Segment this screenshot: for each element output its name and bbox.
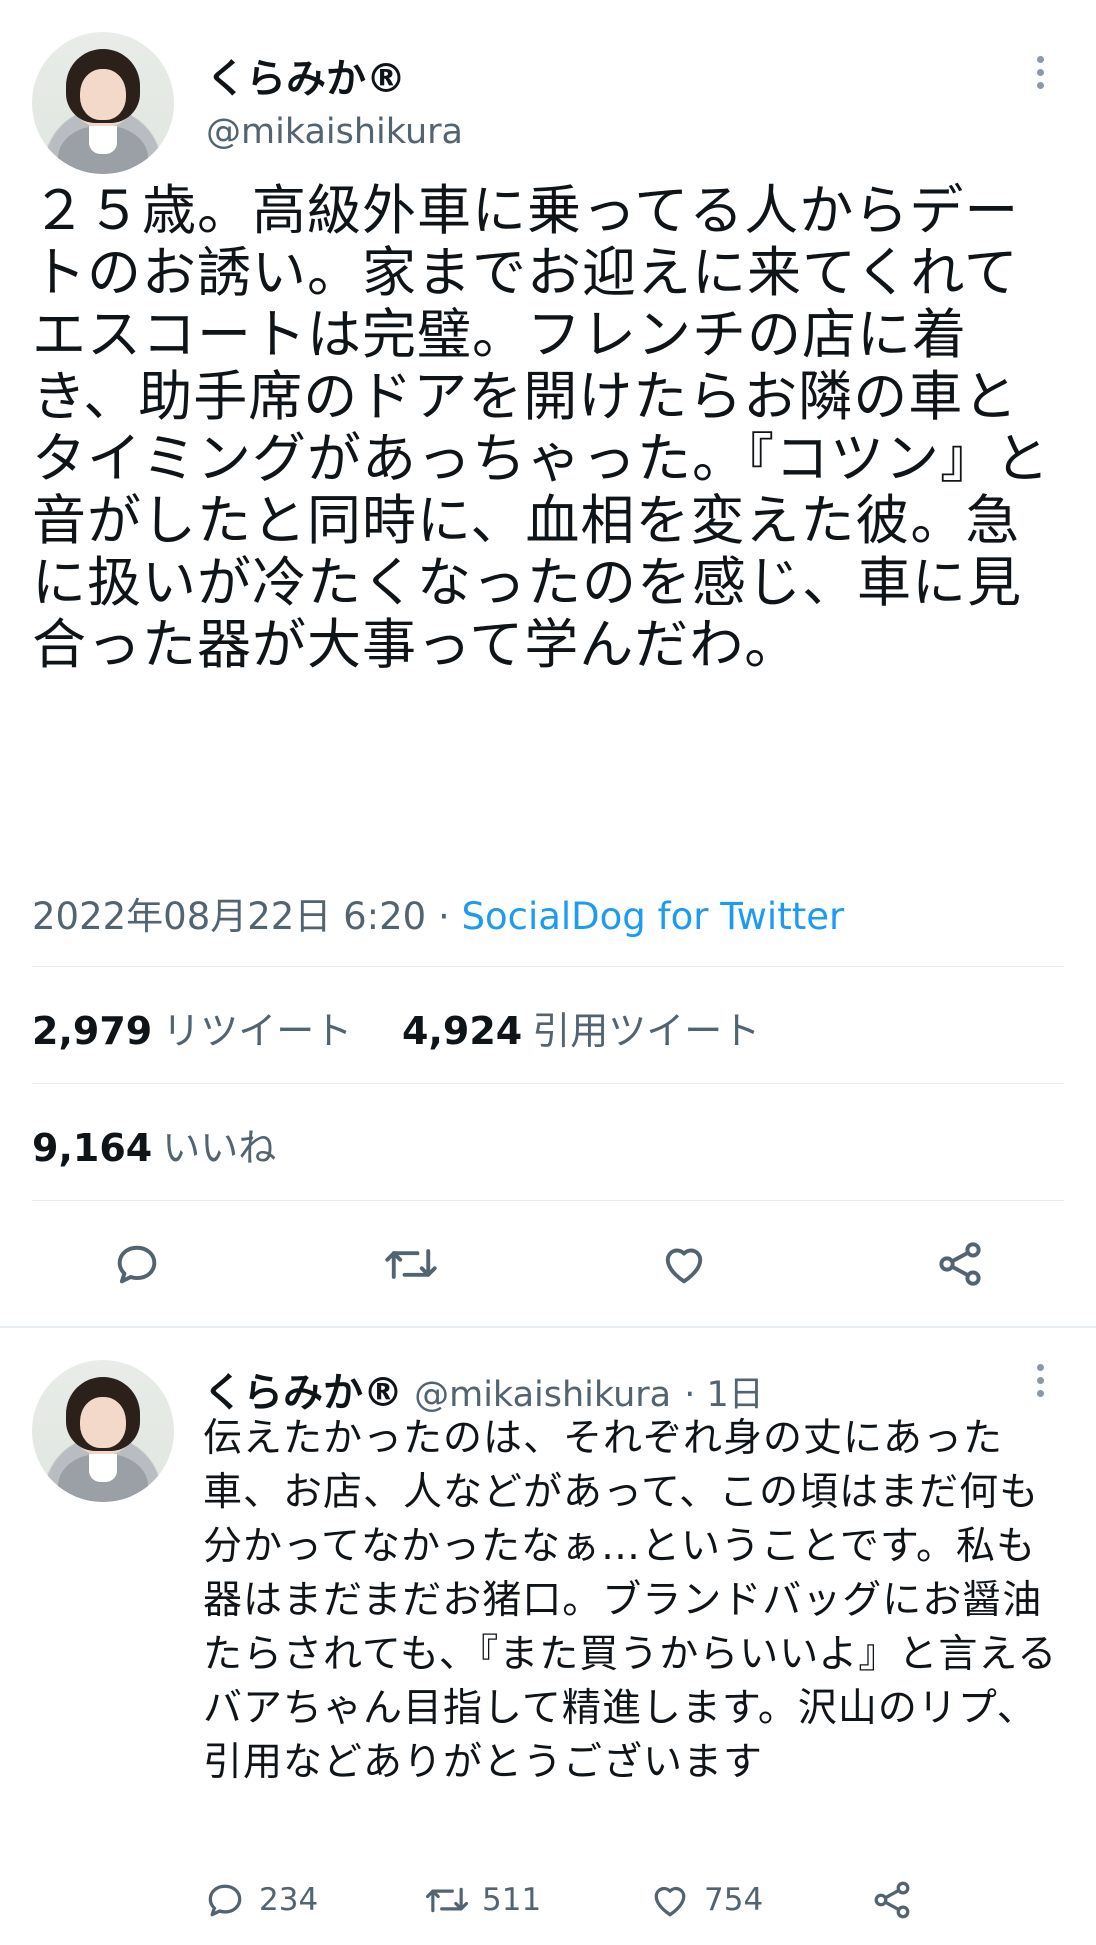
reply-tweet-handle[interactable]: @mikaishikura: [414, 1375, 671, 1415]
likes-label: いいね: [162, 1126, 277, 1170]
reply-icon: [208, 1884, 242, 1917]
divider: [32, 1083, 1064, 1084]
retweet-icon: [425, 1887, 469, 1913]
more-options-icon[interactable]: [1037, 56, 1047, 96]
retweets-label: リツイート: [162, 1009, 353, 1053]
avatar-shirt: [88, 1453, 118, 1483]
share-icon[interactable]: [934, 1238, 986, 1290]
avatar-face: [80, 68, 126, 121]
reply-tweet-time[interactable]: · 1日: [684, 1375, 764, 1415]
like-icon: [654, 1886, 686, 1917]
reply-replies-count: 234: [259, 1882, 319, 1918]
quotes-count: 4,924: [402, 1009, 523, 1053]
divider: [32, 1200, 1064, 1201]
retweets-count: 2,979: [32, 1009, 153, 1053]
tweet-timestamp[interactable]: 2022年08月22日 6:20: [32, 895, 426, 938]
meta-separator: ·: [437, 895, 450, 938]
reply-like-action[interactable]: 754: [648, 1878, 763, 1922]
reply-share-action[interactable]: [870, 1878, 914, 1926]
more-options-icon[interactable]: [1037, 1364, 1047, 1404]
reply-tweet-text: 伝えたかったのは、それぞれ身の丈にあった車、お店、人などがあって、この頃はまだ何…: [203, 1416, 1058, 1785]
likes-count: 9,164: [32, 1126, 153, 1170]
main-tweet-handle[interactable]: @mikaishikura: [206, 112, 463, 152]
reply-retweets-count: 511: [482, 1882, 542, 1918]
like-icon[interactable]: [658, 1238, 710, 1290]
share-icon: [874, 1881, 910, 1919]
retweets-stat[interactable]: 2,979 リツイート: [32, 1000, 352, 1055]
reply-retweet-action[interactable]: 511: [424, 1878, 541, 1922]
reply-likes-count: 754: [704, 1882, 764, 1918]
retweet-icon[interactable]: [383, 1238, 439, 1290]
avatar-face: [80, 1396, 126, 1449]
reply-reply-action[interactable]: 234: [203, 1878, 318, 1922]
reply-icon[interactable]: [111, 1238, 163, 1290]
likes-stat[interactable]: 9,164 いいね: [32, 1117, 276, 1172]
tweet-meta: 2022年08月22日 6:20 · SocialDog for Twitter: [32, 886, 844, 940]
avatar-shirt: [88, 125, 118, 155]
quotes-label: 引用ツイート: [532, 1009, 761, 1053]
reply-tweet-avatar[interactable]: [32, 1360, 174, 1502]
main-tweet-avatar[interactable]: [32, 32, 174, 174]
quotes-stat[interactable]: 4,924 引用ツイート: [402, 1000, 760, 1055]
reply-tweet-display-name[interactable]: くらみか®: [203, 1370, 403, 1416]
tweet-source-link[interactable]: SocialDog for Twitter: [461, 895, 844, 938]
main-tweet-display-name[interactable]: くらみか®: [206, 46, 406, 104]
divider: [32, 966, 1064, 967]
main-tweet-text: ２５歳。高級外車に乗ってる人からデートのお誘い。家までお迎えに来てくれてエスコー…: [32, 179, 1050, 676]
reply-tweet-header: くらみか® @mikaishikura · 1日: [203, 1360, 764, 1418]
section-divider: [0, 1326, 1096, 1328]
